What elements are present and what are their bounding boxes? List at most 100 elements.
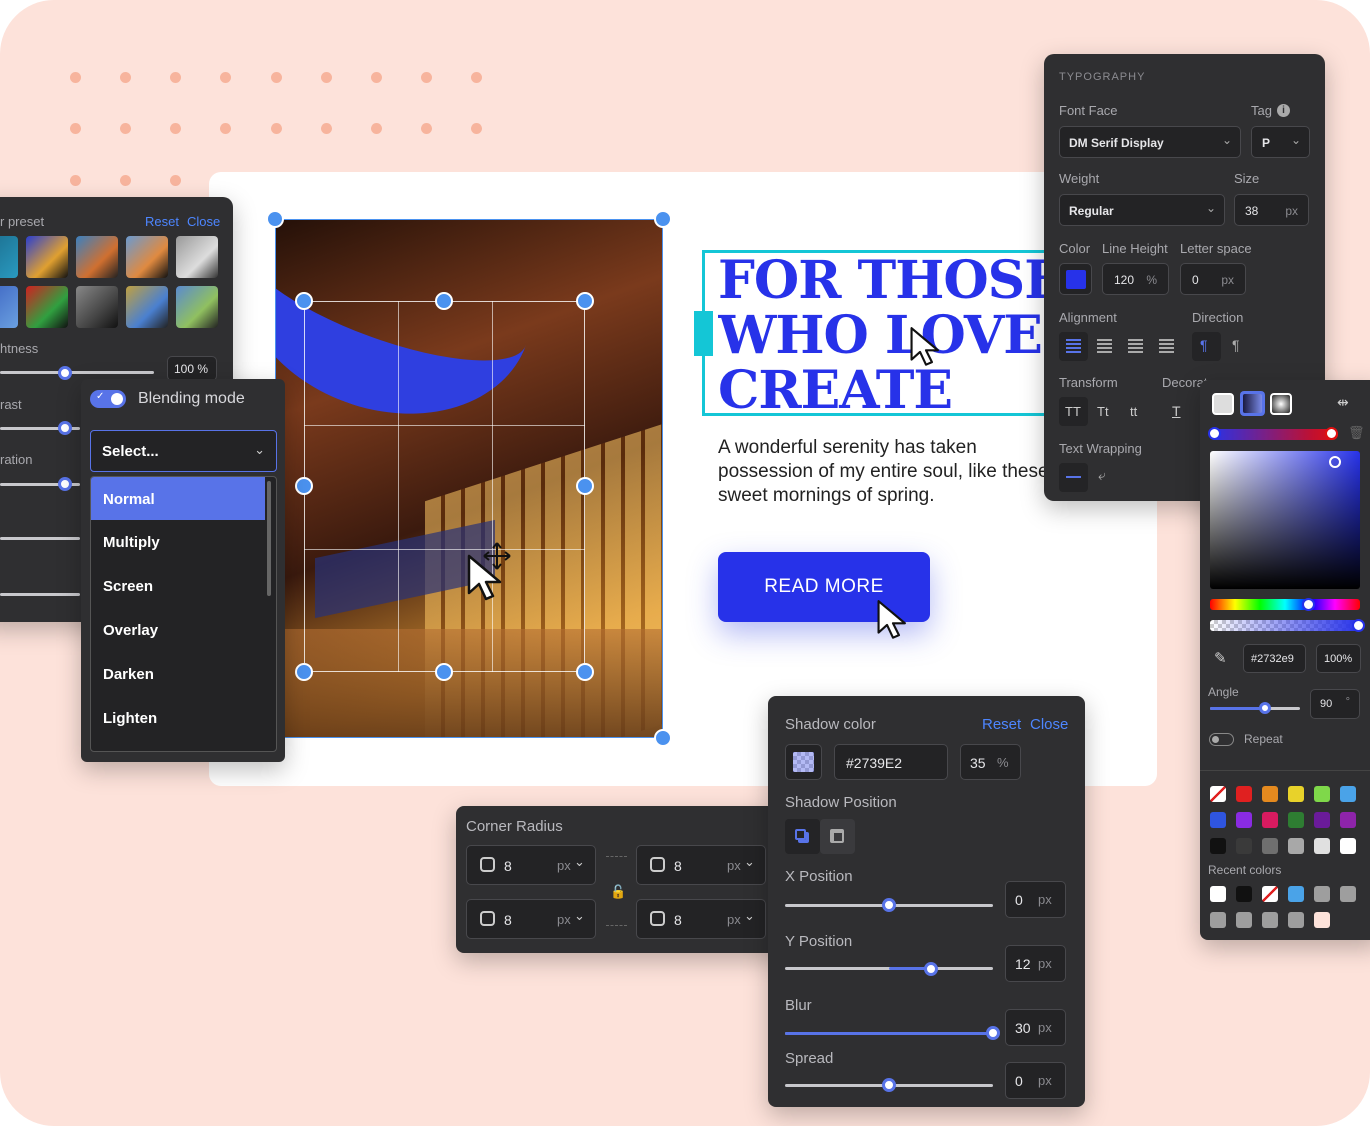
wrap-none-button[interactable] [1059, 463, 1088, 492]
alpha-slider[interactable] [1210, 620, 1360, 631]
hue-slider[interactable] [1210, 599, 1360, 610]
color-swatch[interactable] [1314, 838, 1330, 854]
blend-option-overlay[interactable]: Overlay [91, 608, 265, 652]
trash-icon[interactable]: 🗑 [1348, 425, 1365, 441]
angle-input[interactable]: 90 ° [1310, 689, 1360, 719]
crop-handle[interactable] [295, 477, 313, 495]
recent-color-swatch[interactable] [1262, 886, 1278, 902]
angle-thumb[interactable] [1259, 702, 1271, 714]
align-justify-button[interactable] [1152, 332, 1181, 361]
color-swatch[interactable] [1288, 786, 1304, 802]
recent-color-swatch[interactable] [1288, 912, 1304, 928]
color-swatch[interactable] [1288, 838, 1304, 854]
crop-box[interactable] [304, 301, 585, 672]
recent-color-swatch[interactable] [1210, 886, 1226, 902]
color-swatch[interactable] [1340, 838, 1356, 854]
crop-handle[interactable] [576, 477, 594, 495]
gradient-stops-bar[interactable] [1210, 429, 1338, 440]
shadow-hex-input[interactable]: #2739E2 [834, 744, 948, 780]
filter-close-link[interactable]: Close [187, 214, 220, 229]
filter-thumb[interactable] [126, 286, 168, 328]
flip-icon[interactable]: ⇹ [1337, 394, 1349, 411]
contrast-thumb[interactable] [58, 421, 72, 435]
saturation-thumb[interactable] [58, 477, 72, 491]
filter-thumb[interactable] [76, 286, 118, 328]
blend-option-darken[interactable]: Darken [91, 652, 265, 696]
corner-tl-input[interactable]: 8 px ⌄ [466, 845, 596, 885]
transform-lowercase-button[interactable]: tt [1121, 397, 1150, 426]
shadow-opacity-input[interactable]: 35 % [960, 744, 1021, 780]
corner-bl-input[interactable]: 8 px ⌄ [466, 899, 596, 939]
color-swatch[interactable] [1262, 838, 1278, 854]
color-swatch[interactable] [1210, 838, 1226, 854]
size-input[interactable]: 38 px [1234, 194, 1309, 226]
saturation-cursor[interactable] [1329, 456, 1341, 468]
lock-icon[interactable]: 🔓 [610, 884, 626, 900]
shadow-reset-link[interactable]: Reset [982, 716, 1021, 733]
align-left-button[interactable] [1059, 332, 1088, 361]
filter-thumb[interactable] [26, 286, 68, 328]
saturation-area[interactable] [1210, 451, 1360, 589]
crop-handle[interactable] [435, 292, 453, 310]
transform-uppercase-button[interactable]: TT [1059, 397, 1088, 426]
recent-color-swatch[interactable] [1288, 886, 1304, 902]
y-position-thumb[interactable] [924, 962, 938, 976]
color-swatch[interactable] [1340, 786, 1356, 802]
headline[interactable]: FOR THOSE WHO LOVE T CREATE [718, 253, 1058, 418]
opacity-input[interactable]: 100% [1316, 644, 1361, 673]
blend-option-screen[interactable]: Screen [91, 564, 265, 608]
y-position-input[interactable]: 12 px [1005, 945, 1066, 982]
filter-thumb[interactable] [76, 236, 118, 278]
align-right-button[interactable] [1121, 332, 1150, 361]
spread-input[interactable]: 0 px [1005, 1062, 1066, 1099]
color-swatch[interactable] [1314, 786, 1330, 802]
recent-color-swatch[interactable] [1236, 912, 1252, 928]
recent-color-swatch[interactable] [1314, 912, 1330, 928]
color-swatch[interactable] [1236, 838, 1252, 854]
color-swatch[interactable] [1236, 812, 1252, 828]
recent-color-swatch[interactable] [1262, 912, 1278, 928]
color-swatch[interactable] [1262, 786, 1278, 802]
crop-handle[interactable] [576, 663, 594, 681]
direction-rtl-button[interactable]: ¶ [1224, 332, 1253, 361]
direction-ltr-button[interactable]: ¶ [1192, 332, 1221, 361]
shadow-inner-button[interactable] [820, 819, 855, 854]
scrollbar[interactable] [267, 481, 271, 596]
tag-select[interactable]: P ⌄ [1251, 126, 1310, 158]
recent-color-swatch[interactable] [1314, 886, 1330, 902]
blend-option-lighten[interactable]: Lighten [91, 696, 265, 740]
gradient-stop[interactable] [1325, 427, 1338, 440]
color-swatch[interactable] [1288, 812, 1304, 828]
filter-thumb[interactable] [0, 286, 18, 328]
recent-color-swatch[interactable] [1210, 912, 1226, 928]
color-swatch[interactable] [1262, 812, 1278, 828]
eyedropper-icon[interactable]: ✎ [1214, 649, 1227, 667]
resize-handle[interactable] [654, 729, 672, 747]
blend-option-normal[interactable]: Normal [91, 477, 265, 520]
brightness-slider[interactable] [0, 371, 154, 374]
text-color-swatch[interactable] [1059, 263, 1092, 295]
shadow-color-swatch[interactable] [785, 744, 822, 780]
transform-capitalize-button[interactable]: Tt [1090, 397, 1119, 426]
letter-space-input[interactable]: 0 px [1180, 263, 1246, 295]
filter-thumb[interactable] [176, 236, 218, 278]
blur-input[interactable]: 30 px [1005, 1009, 1066, 1046]
decoration-underline-button[interactable]: T [1162, 397, 1191, 426]
text-resize-handle[interactable] [694, 311, 713, 356]
blend-option-multiply[interactable]: Multiply [91, 520, 265, 564]
filter-thumb[interactable] [176, 286, 218, 328]
solid-fill-button[interactable] [1212, 393, 1234, 415]
align-center-button[interactable] [1090, 332, 1119, 361]
filter-thumb[interactable] [0, 236, 18, 278]
weight-select[interactable]: Regular ⌄ [1059, 194, 1225, 226]
blend-select[interactable]: Select... ⌄ [90, 430, 277, 472]
blending-toggle[interactable]: ✓ [90, 390, 126, 408]
linear-gradient-button[interactable] [1240, 391, 1265, 416]
color-swatch[interactable] [1210, 786, 1226, 802]
color-swatch[interactable] [1236, 786, 1252, 802]
filter-reset-link[interactable]: Reset [145, 214, 179, 229]
brightness-thumb[interactable] [58, 366, 72, 380]
hex-input[interactable]: #2732e9 [1243, 644, 1306, 673]
hue-thumb[interactable] [1302, 598, 1315, 611]
color-swatch[interactable] [1314, 812, 1330, 828]
